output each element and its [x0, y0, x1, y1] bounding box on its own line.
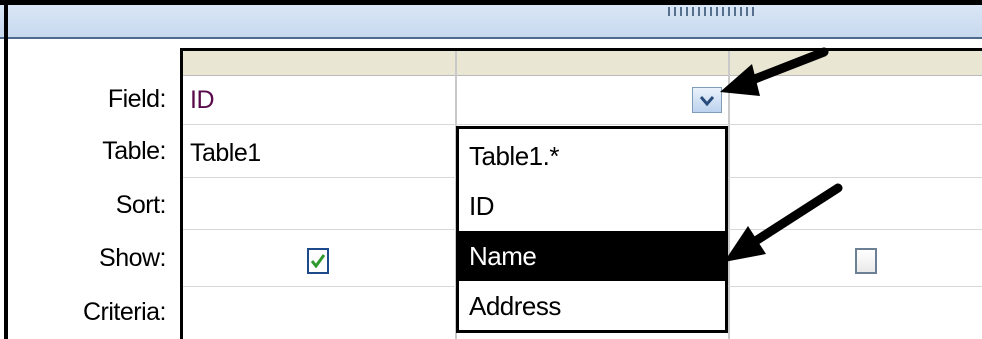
show-checkbox[interactable] [307, 248, 329, 274]
dropdown-option[interactable]: Table1.* [459, 131, 725, 181]
row-divider [183, 124, 982, 125]
field-row-label: Field: [107, 85, 167, 113]
show-checkbox[interactable] [855, 248, 877, 274]
field-cell[interactable]: ID [190, 88, 215, 113]
field-dropdown-list[interactable]: Table1.* ID Name Address [456, 126, 728, 333]
sort-row-label: Sort: [115, 191, 167, 219]
pane-splitter-grip[interactable] [668, 7, 754, 16]
table-row-label: Table: [102, 137, 166, 165]
grid-column-selector-row[interactable] [180, 48, 982, 76]
dropdown-option[interactable]: Address [459, 281, 725, 331]
dropdown-option[interactable]: ID [459, 181, 725, 231]
table-pane-area [0, 5, 982, 39]
checkmark-icon [311, 254, 325, 268]
field-dropdown-button[interactable] [692, 87, 722, 113]
arrow-icon [724, 183, 843, 262]
column-divider[interactable] [728, 51, 730, 339]
dropdown-option-selected[interactable]: Name [459, 231, 725, 281]
show-row-label: Show: [99, 244, 166, 272]
criteria-row-label: Criteria: [82, 298, 167, 326]
window-left-edge [4, 5, 8, 339]
table-cell[interactable]: Table1 [190, 141, 261, 166]
chevron-down-icon [700, 96, 714, 107]
grid-left-border [180, 48, 183, 339]
